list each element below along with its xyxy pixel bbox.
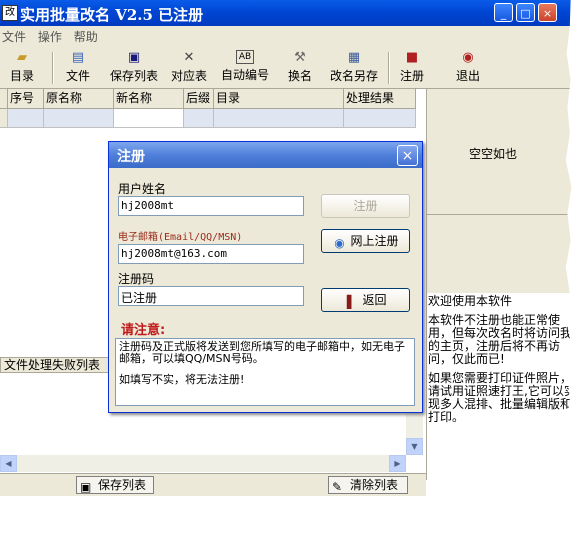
- grid-header-extension[interactable]: 后缀: [184, 89, 214, 109]
- status-clear-list-button[interactable]: ✎ 清除列表: [328, 476, 408, 494]
- scroll-left-icon[interactable]: ◀: [0, 455, 17, 472]
- maximize-button[interactable]: □: [516, 3, 535, 22]
- register-dialog: 注册 × 用户姓名 hj2008mt 注册 电子邮箱(Email/QQ/MSN)…: [108, 141, 423, 413]
- window-title: 实用批量改名 V2.5 已注册: [20, 6, 204, 24]
- table-cell[interactable]: [214, 109, 344, 128]
- email-label: 电子邮箱(Email/QQ/MSN): [118, 232, 243, 243]
- fail-list-label: 文件处理失败列表: [0, 357, 112, 373]
- grid-header-indicator: [0, 89, 8, 109]
- save-icon: ▣: [127, 50, 141, 65]
- empty-preview: 空空如也: [427, 89, 577, 215]
- grid-header-result[interactable]: 处理结果: [344, 89, 416, 109]
- menu-help[interactable]: 帮助: [74, 26, 104, 45]
- registration-code-label: 注册码: [118, 272, 155, 286]
- save-icon: ▣: [80, 480, 92, 494]
- file-icon: ▤: [71, 50, 85, 65]
- menu-file[interactable]: 文件: [2, 26, 32, 45]
- title-bar: 改 实用批量改名 V2.5 已注册 _ □ ×: [0, 0, 577, 26]
- grid-header-directory[interactable]: 目录: [214, 89, 344, 109]
- registration-code-field[interactable]: 已注册: [118, 286, 304, 306]
- menu-bar: 文件 操作 帮助: [0, 26, 577, 46]
- welcome-heading: 欢迎使用本软件: [428, 294, 513, 308]
- grid-header-index[interactable]: 序号: [8, 89, 44, 109]
- horizontal-scrollbar[interactable]: ◀ ▶: [0, 455, 406, 472]
- toolbar-mapping-table-button[interactable]: ✕ 对应表: [168, 50, 210, 86]
- dialog-title-bar: 注册 ×: [109, 142, 422, 168]
- scroll-down-icon[interactable]: ▼: [406, 438, 423, 455]
- table-cell[interactable]: [184, 109, 214, 128]
- status-bar: ▣ 保存列表 ✎ 清除列表: [0, 473, 426, 496]
- empty-preview-text: 空空如也: [469, 147, 518, 161]
- numbering-icon: AB: [236, 50, 254, 64]
- toolbar-directory-button[interactable]: ▰ 目录: [6, 50, 38, 86]
- toolbar-separator: [388, 52, 390, 84]
- table-cell[interactable]: [344, 109, 416, 128]
- table-cell[interactable]: [114, 109, 184, 128]
- app-icon: 改: [2, 5, 18, 21]
- dialog-title: 注册: [117, 149, 145, 165]
- toolbar: ▰ 目录 ▤ 文件 ▣ 保存列表 ✕ 对应表 AB 自动编号 ⚒ 换名 ▦ 改名…: [0, 46, 577, 89]
- notice-warning: 如填写不实，将无法注册!: [119, 373, 245, 386]
- toolbar-file-button[interactable]: ▤ 文件: [62, 50, 94, 86]
- welcome-text: 本软件不注册也能正常使用，但每次改名时将访问我的主页，注册后将不再访问，仅此而已…: [428, 313, 573, 366]
- status-save-list-button[interactable]: ▣ 保存列表: [76, 476, 154, 494]
- globe-icon: ◉: [334, 236, 345, 250]
- minimize-button[interactable]: _: [494, 3, 513, 22]
- door-exit-icon: ▌: [346, 295, 357, 309]
- app-window: 改 实用批量改名 V2.5 已注册 _ □ × 文件 操作 帮助 ▰ 目录 ▤ …: [0, 0, 577, 534]
- toolbar-save-as-button[interactable]: ▦ 改名另存: [328, 50, 380, 86]
- menu-operation[interactable]: 操作: [38, 26, 68, 45]
- online-register-button[interactable]: ◉ 网上注册: [321, 229, 410, 253]
- toolbar-rename-button[interactable]: ⚒ 换名: [286, 50, 314, 86]
- username-field[interactable]: hj2008mt: [118, 196, 304, 216]
- toolbar-register-button[interactable]: ■ 注册: [398, 50, 426, 86]
- email-field[interactable]: hj2008mt@163.com: [118, 244, 304, 264]
- register-button[interactable]: 注册: [321, 194, 410, 218]
- table-row-indicator: [0, 109, 8, 128]
- table-icon: ✕: [183, 50, 195, 65]
- toolbar-auto-number-button[interactable]: AB 自动编号: [220, 50, 270, 86]
- table-cell[interactable]: [8, 109, 44, 128]
- welcome-panel: 欢迎使用本软件 本软件不注册也能正常使用，但每次改名时将访问我的主页，注册后将不…: [427, 293, 577, 525]
- back-button[interactable]: ▌ 返回: [321, 288, 410, 312]
- username-label: 用户姓名: [118, 182, 167, 196]
- save-as-icon: ▦: [347, 50, 361, 65]
- welcome-text: 如果您需要打印证件照片，请试用证照速打王,它可以实现多人混排、批量编辑版和打印。: [428, 371, 576, 424]
- notice-header: 请注意:: [121, 323, 166, 338]
- grid-header-new-name[interactable]: 新名称: [114, 89, 184, 109]
- rename-icon: ⚒: [294, 50, 306, 65]
- scroll-right-icon[interactable]: ▶: [389, 455, 406, 472]
- toolbar-save-list-button[interactable]: ▣ 保存列表: [108, 50, 160, 86]
- close-button[interactable]: ×: [538, 3, 557, 22]
- notice-text: 注册码及正式版将发送到您所填写的电子邮箱中，如无电子邮箱，可以填QQ/MSN号码…: [119, 340, 405, 365]
- grid-header-original-name[interactable]: 原名称: [44, 89, 114, 109]
- register-icon: ■: [405, 50, 419, 65]
- toolbar-separator: [52, 52, 54, 84]
- preview-pane: 空空如也 欢迎使用本软件 本软件不注册也能正常使用，但每次改名时将访问我的主页，…: [427, 89, 577, 534]
- exit-icon: ◉: [462, 50, 474, 65]
- clear-icon: ✎: [332, 480, 343, 494]
- notice-box: 注册码及正式版将发送到您所填写的电子邮箱中，如无电子邮箱，可以填QQ/MSN号码…: [115, 338, 415, 406]
- folder-icon: ▰: [17, 50, 27, 65]
- table-cell[interactable]: [44, 109, 114, 128]
- dialog-close-icon[interactable]: ×: [397, 145, 418, 166]
- toolbar-exit-button[interactable]: ◉ 退出: [454, 50, 482, 86]
